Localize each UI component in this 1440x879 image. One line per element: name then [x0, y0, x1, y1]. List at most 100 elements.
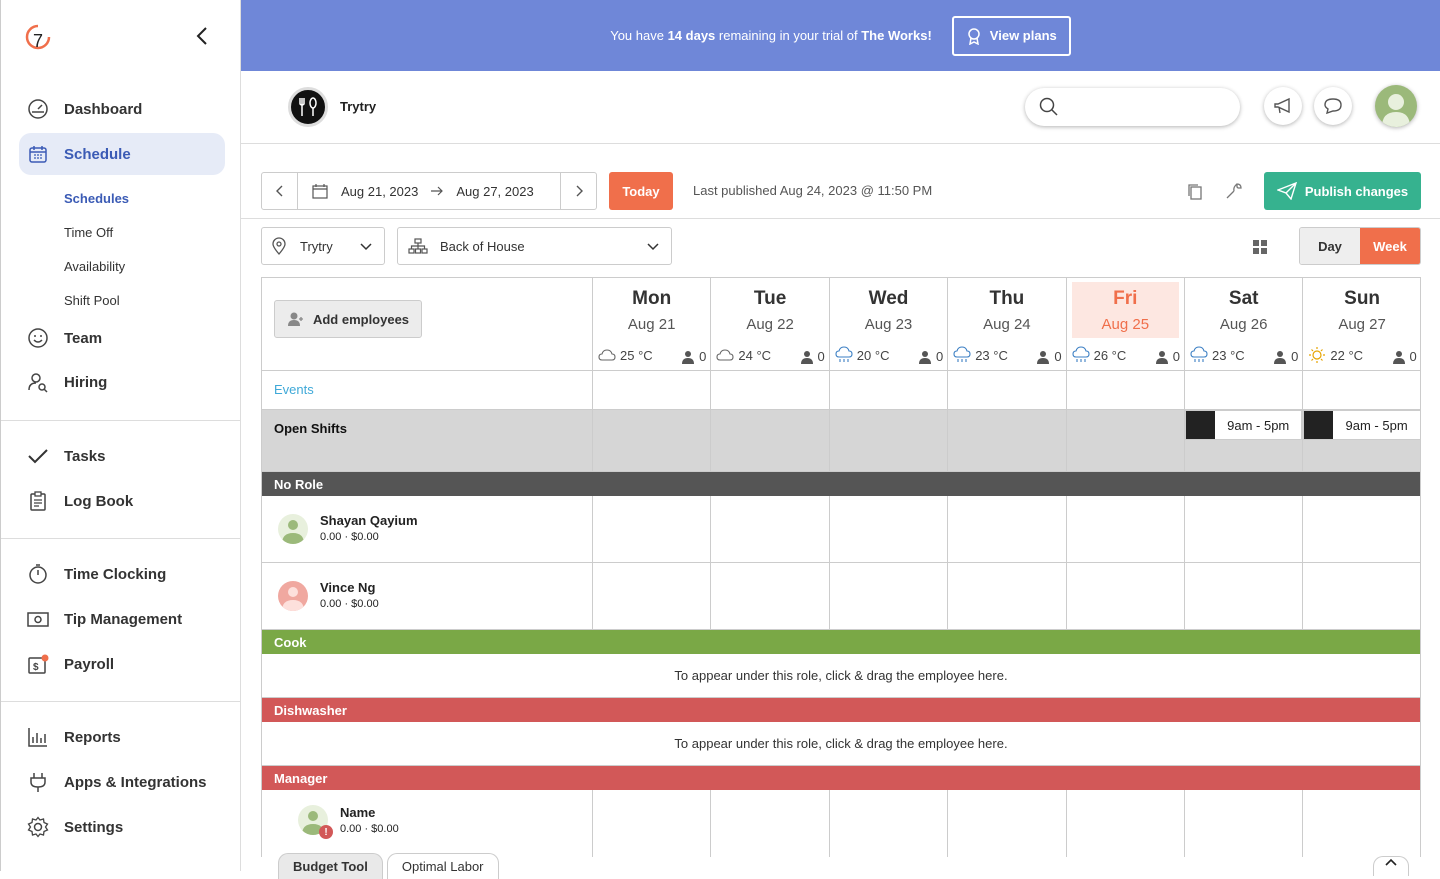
avatar[interactable]: ! [298, 805, 333, 839]
search-input[interactable] [1025, 88, 1240, 126]
day-header-top: Sat Aug 26 [1190, 282, 1297, 338]
employee-hours-cost: 0.00 · $0.00 [320, 531, 379, 543]
day-column-header[interactable]: Fri Aug 25 26 °C 0 [1065, 278, 1184, 370]
schedule-cell[interactable] [710, 790, 828, 857]
schedule-cell[interactable]: 9am - 5pm [1184, 410, 1303, 471]
open-shift-card[interactable]: 9am - 5pm [1303, 410, 1421, 440]
employee-name[interactable]: Vince Ng [320, 580, 375, 595]
schedule-cell[interactable] [828, 563, 947, 629]
schedule-cell[interactable] [828, 496, 947, 562]
open-shift-card[interactable]: 9am - 5pm [1185, 410, 1303, 440]
tab-optimal-labor[interactable]: Optimal Labor [386, 853, 499, 879]
nav-apps-integrations[interactable]: Apps & Integrations [19, 761, 225, 803]
sub-schedules[interactable]: Schedules [64, 191, 129, 206]
schedule-cell[interactable] [947, 790, 1065, 857]
avatar[interactable] [278, 514, 308, 544]
day-view-button[interactable]: Day [1300, 228, 1360, 264]
day-column-header[interactable]: Mon Aug 21 25 °C 0 [592, 278, 710, 370]
schedule-cell[interactable] [1065, 496, 1184, 562]
schedule-cell[interactable] [710, 371, 828, 409]
schedule-cell[interactable] [828, 410, 947, 471]
nav-log-book[interactable]: Log Book [19, 480, 225, 522]
schedule-cell[interactable] [1302, 790, 1420, 857]
schedule-cell[interactable] [828, 790, 947, 857]
nav-reports[interactable]: Reports [19, 716, 225, 758]
copy-icon[interactable] [1187, 183, 1203, 201]
schedule-cell[interactable] [1065, 371, 1184, 409]
sub-shift-pool[interactable]: Shift Pool [64, 293, 120, 308]
today-button[interactable]: Today [609, 172, 673, 210]
org-chart-icon [408, 238, 428, 254]
schedule-cell[interactable] [947, 371, 1065, 409]
view-plans-button[interactable]: View plans [951, 15, 1071, 56]
rain-icon [835, 346, 853, 362]
schedule-cell[interactable] [592, 790, 710, 857]
schedule-cell[interactable] [1184, 371, 1302, 409]
schedule-toolbar: Aug 21, 2023 Aug 27, 2023 Today Last pub… [241, 144, 1440, 219]
start-date[interactable]: Aug 21, 2023 [341, 184, 418, 199]
nav-payroll[interactable]: $ Payroll [19, 643, 225, 685]
nav-hiring[interactable]: Hiring [19, 361, 225, 403]
schedule-cell[interactable] [710, 563, 828, 629]
location-select[interactable]: Trytry [261, 227, 385, 265]
schedule-cell[interactable] [592, 371, 710, 409]
day-column-header[interactable]: Tue Aug 22 24 °C 0 [710, 278, 828, 370]
schedule-cell[interactable] [1302, 563, 1420, 629]
wrench-icon[interactable] [1225, 182, 1243, 200]
schedule-cell[interactable] [1065, 790, 1184, 857]
nav-settings[interactable]: Settings [19, 806, 225, 848]
nav-team[interactable]: Team [19, 317, 225, 359]
events-link[interactable]: Events [274, 382, 314, 397]
week-view-button[interactable]: Week [1360, 228, 1420, 264]
end-date[interactable]: Aug 27, 2023 [456, 184, 533, 199]
schedule-cell[interactable] [592, 496, 710, 562]
schedule-cell[interactable] [947, 563, 1065, 629]
publish-changes-button[interactable]: Publish changes [1264, 172, 1421, 210]
sub-availability[interactable]: Availability [64, 259, 125, 274]
schedule-cell[interactable]: 9am - 5pm [1302, 410, 1421, 471]
department-select[interactable]: Back of House [397, 227, 672, 265]
nav-time-clocking[interactable]: Time Clocking [19, 553, 225, 595]
schedule-cell[interactable] [1065, 563, 1184, 629]
tab-budget-tool[interactable]: Budget Tool [278, 853, 383, 879]
user-avatar[interactable] [1375, 85, 1417, 127]
nav-schedule[interactable]: Schedule [19, 133, 225, 175]
schedule-cell[interactable] [828, 371, 947, 409]
schedule-cell[interactable] [947, 410, 1065, 471]
employee-name[interactable]: Name [340, 805, 375, 820]
schedule-cell[interactable] [947, 496, 1065, 562]
schedule-cell[interactable] [1302, 496, 1420, 562]
schedule-cell[interactable] [1184, 496, 1302, 562]
schedule-cell[interactable] [710, 410, 828, 471]
previous-week-button[interactable] [262, 173, 298, 209]
avatar[interactable] [278, 581, 308, 611]
day-column-header[interactable]: Sat Aug 26 23 °C 0 [1184, 278, 1302, 370]
employee-row: Vince Ng 0.00 · $0.00 [262, 563, 1420, 630]
nav-tip-management[interactable]: Tip Management [19, 598, 225, 640]
schedule-cell[interactable] [1065, 410, 1184, 471]
nav-tasks[interactable]: Tasks [19, 435, 225, 477]
temperature: 23 °C [975, 347, 1008, 363]
day-column-header[interactable]: Sun Aug 27 22 °C 0 [1302, 278, 1420, 370]
nav-dashboard[interactable]: Dashboard [19, 88, 225, 130]
day-column-header[interactable]: Thu Aug 24 23 °C 0 [947, 278, 1065, 370]
announcement-button[interactable] [1264, 87, 1302, 125]
expand-panel-button[interactable] [1373, 856, 1409, 876]
schedule-cell[interactable] [1184, 563, 1302, 629]
day-column-header[interactable]: Wed Aug 23 20 °C 0 [828, 278, 947, 370]
next-week-button[interactable] [560, 173, 596, 209]
employee-name[interactable]: Shayan Qayium [320, 513, 418, 528]
grid-view-icon[interactable] [1252, 239, 1268, 255]
add-employees-button[interactable]: Add employees [274, 300, 422, 338]
messages-button[interactable] [1314, 87, 1352, 125]
schedule-cell[interactable] [592, 563, 710, 629]
schedule-cell[interactable] [710, 496, 828, 562]
business-logo[interactable] [288, 87, 328, 127]
chevron-left-icon[interactable] [195, 25, 209, 53]
schedule-cell[interactable] [592, 410, 710, 471]
schedule-cell[interactable] [1302, 371, 1420, 409]
schedule-cell[interactable] [1184, 790, 1302, 857]
sub-time-off[interactable]: Time Off [64, 225, 113, 240]
calendar-icon [312, 184, 328, 199]
app-logo[interactable]: 7 [23, 22, 53, 52]
